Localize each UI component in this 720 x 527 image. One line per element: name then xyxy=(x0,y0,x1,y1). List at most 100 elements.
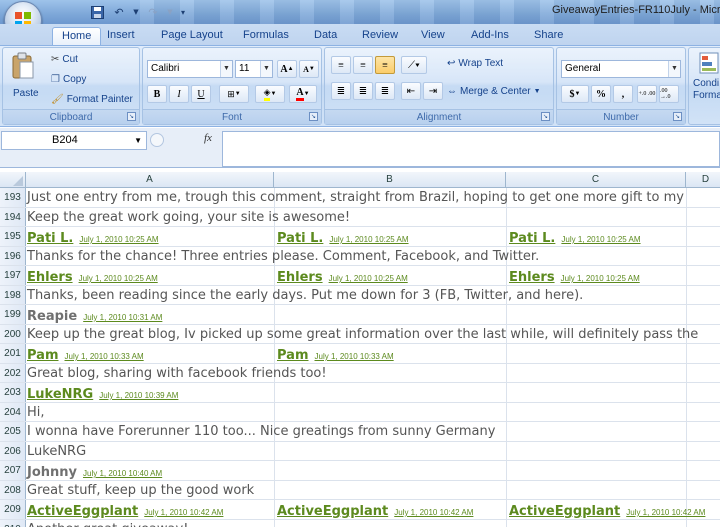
tab-page-layout[interactable]: Page Layout xyxy=(161,27,223,45)
row-header[interactable]: 207 xyxy=(0,461,26,480)
alignment-launcher-icon[interactable]: ↘ xyxy=(541,112,550,121)
clipboard-launcher-icon[interactable]: ↘ xyxy=(127,112,136,121)
formula-input[interactable] xyxy=(222,131,720,167)
entrant-name-link[interactable]: Reapie xyxy=(27,309,77,324)
entry-timestamp-link[interactable]: July 1, 2010 10:25 AM xyxy=(79,235,158,244)
row-header[interactable]: 209 xyxy=(0,500,26,519)
entrant-name-link[interactable]: ActiveEggplant xyxy=(509,504,620,519)
comment-text[interactable]: Keep the great work going, your site is … xyxy=(27,208,350,227)
row-header[interactable]: 200 xyxy=(0,324,26,343)
entrant-name-link[interactable]: Pati L. xyxy=(27,231,73,246)
align-middle-icon[interactable]: ≡ xyxy=(353,56,373,74)
office-button[interactable] xyxy=(4,1,42,24)
entry-timestamp-link[interactable]: July 1, 2010 10:25 AM xyxy=(79,274,158,283)
entrant-name-link[interactable]: Pati L. xyxy=(509,231,555,246)
comment-text[interactable]: Great blog, sharing with facebook friend… xyxy=(27,364,327,383)
entrant-name-link[interactable]: Pati L. xyxy=(277,231,323,246)
entrant-name-link[interactable]: Ehlers xyxy=(27,270,73,285)
entry-timestamp-link[interactable]: July 1, 2010 10:31 AM xyxy=(83,313,162,322)
save-icon[interactable] xyxy=(88,4,106,20)
customize-qat-icon[interactable]: ▾ xyxy=(178,4,188,20)
merge-center-button[interactable]: ⇔ Merge & Center ▼ xyxy=(447,86,541,97)
worksheet-grid[interactable]: 193 Just one entry from me, trough this c… xyxy=(0,188,720,527)
row-header[interactable]: 210 xyxy=(0,519,26,527)
row-header[interactable]: 208 xyxy=(0,480,26,499)
comment-text[interactable]: Thanks for the chance! Three entries ple… xyxy=(27,247,539,266)
select-all-button[interactable] xyxy=(0,172,26,188)
entrant-name-link[interactable]: Pam xyxy=(277,348,309,363)
underline-button[interactable]: U xyxy=(191,85,211,103)
entry-timestamp-link[interactable]: July 1, 2010 10:42 AM xyxy=(394,508,473,517)
undo-dropdown-icon[interactable]: ▼ xyxy=(132,4,140,20)
tab-review[interactable]: Review xyxy=(362,27,398,45)
align-right-icon[interactable]: ≣ xyxy=(375,82,395,100)
font-launcher-icon[interactable]: ↘ xyxy=(309,112,318,121)
entrant-name-link[interactable]: ActiveEggplant xyxy=(27,504,138,519)
decrease-decimal-button[interactable]: .00 →.0 xyxy=(659,85,679,103)
row-header[interactable]: 196 xyxy=(0,246,26,265)
row-header[interactable]: 202 xyxy=(0,363,26,382)
tab-share[interactable]: Share xyxy=(534,27,563,45)
italic-button[interactable]: I xyxy=(169,85,189,103)
entrant-name-link[interactable]: ActiveEggplant xyxy=(277,504,388,519)
currency-button[interactable]: $ ▼ xyxy=(561,85,589,103)
conditional-formatting-button[interactable]: Condi Forma xyxy=(693,50,720,108)
font-size-combo[interactable]: 11 ▼ xyxy=(235,60,273,78)
row-header[interactable]: 195 xyxy=(0,227,26,246)
entry-timestamp-link[interactable]: July 1, 2010 10:40 AM xyxy=(83,469,162,478)
copy-button[interactable]: ❐ Copy xyxy=(51,74,86,85)
entry-timestamp-link[interactable]: July 1, 2010 10:25 AM xyxy=(561,235,640,244)
comma-button[interactable]: , xyxy=(613,85,633,103)
column-header-a[interactable]: A xyxy=(26,172,274,188)
tab-insert[interactable]: Insert xyxy=(107,27,135,45)
column-header-c[interactable]: C xyxy=(506,172,686,188)
decrease-indent-icon[interactable]: ⇤ xyxy=(401,82,421,100)
orientation-icon[interactable]: ⟋▾ xyxy=(401,56,427,74)
row-header[interactable]: 204 xyxy=(0,402,26,421)
row-header[interactable]: 193 xyxy=(0,188,26,207)
entry-timestamp-link[interactable]: July 1, 2010 10:33 AM xyxy=(65,352,144,361)
entrant-name-link[interactable]: Ehlers xyxy=(277,270,323,285)
row-header[interactable]: 201 xyxy=(0,344,26,363)
number-launcher-icon[interactable]: ↘ xyxy=(673,112,682,121)
shrink-font-button[interactable]: A ▼ xyxy=(299,60,319,78)
row-header[interactable]: 199 xyxy=(0,305,26,324)
entry-timestamp-link[interactable]: July 1, 2010 10:25 AM xyxy=(329,235,408,244)
borders-button[interactable]: ⊞ ▼ xyxy=(219,85,249,103)
chevron-down-icon[interactable]: ▼ xyxy=(134,132,142,149)
chevron-down-icon[interactable]: ▼ xyxy=(220,61,232,77)
align-left-icon[interactable]: ≣ xyxy=(331,82,351,100)
font-color-button[interactable]: A ▼ xyxy=(289,85,317,103)
comment-text[interactable]: I wonna have Forerunner 110 too... Nice … xyxy=(27,422,495,441)
align-center-icon[interactable]: ≣ xyxy=(353,82,373,100)
cut-button[interactable]: ✂ Cut xyxy=(51,54,78,65)
redo-dropdown-icon[interactable]: ▼ xyxy=(166,4,174,20)
entry-timestamp-link[interactable]: July 1, 2010 10:25 AM xyxy=(561,274,640,283)
increase-decimal-button[interactable]: +.0 .00 xyxy=(637,85,657,103)
wrap-text-button[interactable]: ↩ Wrap Text xyxy=(447,58,503,69)
align-top-icon[interactable]: ≡ xyxy=(331,56,351,74)
entrant-name-link[interactable]: Pam xyxy=(27,348,59,363)
chevron-down-icon[interactable]: ▼ xyxy=(260,61,272,77)
bold-button[interactable]: B xyxy=(147,85,167,103)
column-header-d[interactable]: D xyxy=(686,172,720,188)
name-box[interactable]: B204 ▼ xyxy=(1,131,147,150)
entrant-name-link[interactable]: Ehlers xyxy=(509,270,555,285)
increase-indent-icon[interactable]: ⇥ xyxy=(423,82,443,100)
comment-text[interactable]: Thanks, been reading since the early day… xyxy=(27,286,583,305)
tab-view[interactable]: View xyxy=(421,27,445,45)
comment-text[interactable]: Another great giveaway! xyxy=(27,520,188,527)
format-painter-button[interactable]: 🖌 Format Painter xyxy=(51,94,133,105)
comment-text[interactable]: Hi, xyxy=(27,403,45,422)
entry-timestamp-link[interactable]: July 1, 2010 10:33 AM xyxy=(315,352,394,361)
row-header[interactable]: 198 xyxy=(0,285,26,304)
chevron-down-icon[interactable]: ▼ xyxy=(668,61,680,77)
row-header[interactable]: 197 xyxy=(0,266,26,285)
insert-function-button[interactable]: fx xyxy=(204,132,212,144)
comment-text[interactable]: Great stuff, keep up the good work xyxy=(27,481,254,500)
tab-add-ins[interactable]: Add-Ins xyxy=(471,27,509,45)
undo-icon[interactable]: ↶ xyxy=(110,4,128,20)
comment-text[interactable]: Just one entry from me, trough this comm… xyxy=(27,188,684,207)
entry-timestamp-link[interactable]: July 1, 2010 10:42 AM xyxy=(626,508,705,517)
entrant-name-link[interactable]: Johnny xyxy=(27,465,77,480)
